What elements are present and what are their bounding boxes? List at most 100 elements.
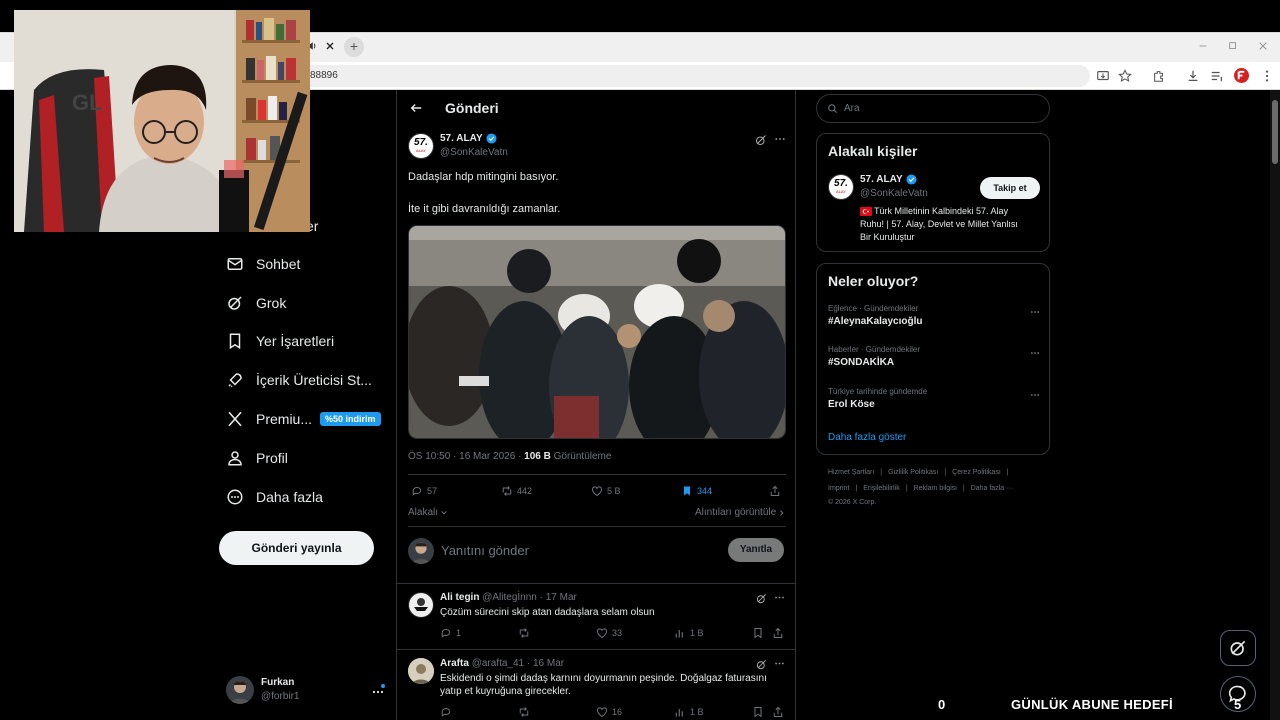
- account-more-icon[interactable]: [371, 684, 385, 698]
- install-app-icon[interactable]: [1096, 69, 1110, 83]
- reply-header: Arafta @arafta_41 · 16 Mar: [440, 658, 564, 669]
- like-button[interactable]: 33: [596, 627, 622, 639]
- extensions-icon[interactable]: [1152, 69, 1166, 83]
- reply-item[interactable]: Ali tegin @Alitegİnnn · 17 Mar Çözüm sür…: [397, 583, 795, 649]
- reply-author: Ali tegin: [440, 592, 480, 603]
- footer-link[interactable]: Gizlilik Politikası: [888, 469, 938, 476]
- like-button[interactable]: 16: [596, 706, 622, 718]
- account-switcher[interactable]: Furkan @forbir1: [226, 676, 386, 708]
- x-logo-icon: [226, 410, 244, 428]
- trend-more-icon[interactable]: [1030, 308, 1040, 316]
- like-button[interactable]: 5 B: [591, 485, 621, 497]
- tab-close-icon[interactable]: [324, 40, 338, 54]
- bio-line: Bir Kuruluştur: [860, 232, 915, 242]
- reply-button[interactable]: 57: [411, 485, 437, 497]
- share-button[interactable]: [769, 485, 781, 497]
- page-scrollbar[interactable]: [1270, 90, 1280, 720]
- bio-line: Ruhu! | 57. Alay, Devlet ve Millet Yanlı…: [860, 219, 1018, 229]
- repost-button[interactable]: 442: [501, 485, 532, 497]
- svg-text:GL: GL: [72, 90, 103, 115]
- media-queue-icon[interactable]: [1210, 69, 1224, 83]
- footer-link[interactable]: Çerez Politikası: [952, 469, 1001, 476]
- sidebar-item-grok[interactable]: Grok: [226, 288, 286, 318]
- author-avatar[interactable]: 57. ALAY: [408, 133, 434, 159]
- reply-submit-button[interactable]: Yanıtla: [728, 538, 784, 562]
- footer-separator: |: [944, 469, 947, 476]
- reply-text: Eskidendi o şimdi dadaş karnını doyurman…: [440, 673, 767, 684]
- reply-more-icon[interactable]: [774, 593, 785, 602]
- sidebar-item-chat[interactable]: Sohbet: [226, 249, 300, 279]
- footer-link[interactable]: Erişilebilirlik: [863, 485, 900, 492]
- show-more-link[interactable]: Daha fazla göster: [828, 432, 906, 443]
- bookmark-icon: [752, 627, 764, 639]
- views-button[interactable]: 1 B: [674, 706, 704, 718]
- bookmark-button[interactable]: [752, 627, 764, 639]
- view-quotes-link[interactable]: Alıntıları görüntüle: [695, 507, 786, 518]
- repost-button[interactable]: [518, 706, 534, 718]
- card-title: Alakalı kişiler: [828, 143, 918, 159]
- back-arrow-icon[interactable]: [409, 101, 425, 117]
- trend-more-icon[interactable]: [1030, 349, 1040, 357]
- sidebar-item-creator-studio[interactable]: İçerik Üreticisi St...: [226, 365, 372, 395]
- trend-item[interactable]: Haberler · Gündemdekiler #SONDAKİKA: [828, 345, 1040, 368]
- related-name-row[interactable]: 57. ALAY: [860, 174, 917, 185]
- related-avatar[interactable]: 57. ALAY: [828, 174, 854, 200]
- sidebar-item-premium[interactable]: Premiu... %50 indirim: [226, 404, 381, 434]
- views-button[interactable]: 1 B: [674, 627, 704, 639]
- premium-discount-badge: %50 indirim: [320, 412, 381, 426]
- tweet-more-icon[interactable]: [774, 134, 786, 144]
- share-button[interactable]: [772, 706, 784, 718]
- reply-more-icon[interactable]: [774, 659, 785, 668]
- trend-item[interactable]: Türkiye tarihinde gündemde Erol Köse: [828, 387, 1040, 410]
- footer-link[interactable]: Reklam bilgisi: [914, 485, 957, 492]
- footer-link[interactable]: Imprint: [828, 485, 849, 492]
- author-handle[interactable]: @SonKaleVatn: [440, 147, 508, 158]
- trend-name: #AleynaKalaycıoğlu: [828, 316, 923, 327]
- search-box[interactable]: Ara: [816, 94, 1050, 123]
- maximize-icon[interactable]: [1228, 41, 1240, 53]
- card-title: Neler oluyor?: [828, 273, 919, 289]
- bookmark-button[interactable]: 344: [681, 485, 712, 497]
- search-input[interactable]: Ara: [844, 103, 860, 114]
- window-close-icon[interactable]: [1258, 41, 1270, 53]
- grok-float-button[interactable]: [1220, 630, 1256, 666]
- footer-link[interactable]: Hizmet Şartları: [828, 469, 874, 476]
- downloads-icon[interactable]: [1186, 69, 1200, 83]
- sidebar-item-bookmarks[interactable]: Yer İşaretleri: [226, 326, 334, 356]
- repost-button[interactable]: [518, 627, 534, 639]
- profile-extension-icon[interactable]: [1234, 68, 1249, 83]
- grok-explain-icon[interactable]: [756, 659, 767, 670]
- scrollbar-thumb[interactable]: [1272, 100, 1278, 164]
- grok-explain-icon[interactable]: [756, 593, 767, 604]
- trend-item[interactable]: Eğlence · Gündemdekiler #AleynaKalaycıoğ…: [828, 304, 1040, 327]
- post-button[interactable]: Gönderi yayınla: [219, 531, 374, 565]
- minimize-icon[interactable]: [1198, 41, 1210, 53]
- share-icon: [772, 627, 784, 639]
- url-field[interactable]: 88896: [300, 65, 1090, 87]
- related-handle[interactable]: @SonKaleVatn: [860, 188, 928, 199]
- trend-more-icon[interactable]: [1030, 391, 1040, 399]
- share-button[interactable]: [772, 627, 784, 639]
- reply-input[interactable]: Yanıtını gönder: [441, 543, 529, 558]
- footer-link[interactable]: Daha fazla ···: [971, 485, 1013, 492]
- copyright: © 2026 X Corp.: [828, 499, 877, 506]
- verified-badge-icon: [486, 133, 497, 144]
- like-count: 33: [612, 628, 623, 638]
- bio-line: Türk Milletinin Kalbindeki 57. Alay: [874, 206, 1009, 216]
- reply-button[interactable]: [440, 706, 456, 718]
- tweet-meta: ÖS 10:50 · 16 Mar 2026 · 106 B Görüntüle…: [408, 451, 611, 462]
- reply-button[interactable]: 1: [440, 627, 461, 639]
- sidebar-item-more[interactable]: Daha fazla: [226, 482, 323, 512]
- bookmark-button[interactable]: [752, 706, 764, 718]
- reply-item[interactable]: Arafta @arafta_41 · 16 Mar Eskidendi o ş…: [397, 649, 795, 720]
- follow-button[interactable]: Takip et: [980, 177, 1040, 199]
- bookmark-star-icon[interactable]: [1118, 69, 1132, 83]
- tweet-video[interactable]: [408, 225, 786, 439]
- sort-dropdown[interactable]: Alakalı: [408, 507, 448, 518]
- chevron-down-icon: [440, 509, 448, 517]
- browser-menu-icon[interactable]: [1260, 69, 1274, 83]
- new-tab-button[interactable]: +: [344, 37, 364, 57]
- author-name-row[interactable]: 57. ALAY: [440, 133, 497, 144]
- sidebar-item-profile[interactable]: Profil: [226, 443, 288, 473]
- grok-explain-icon[interactable]: [755, 134, 767, 146]
